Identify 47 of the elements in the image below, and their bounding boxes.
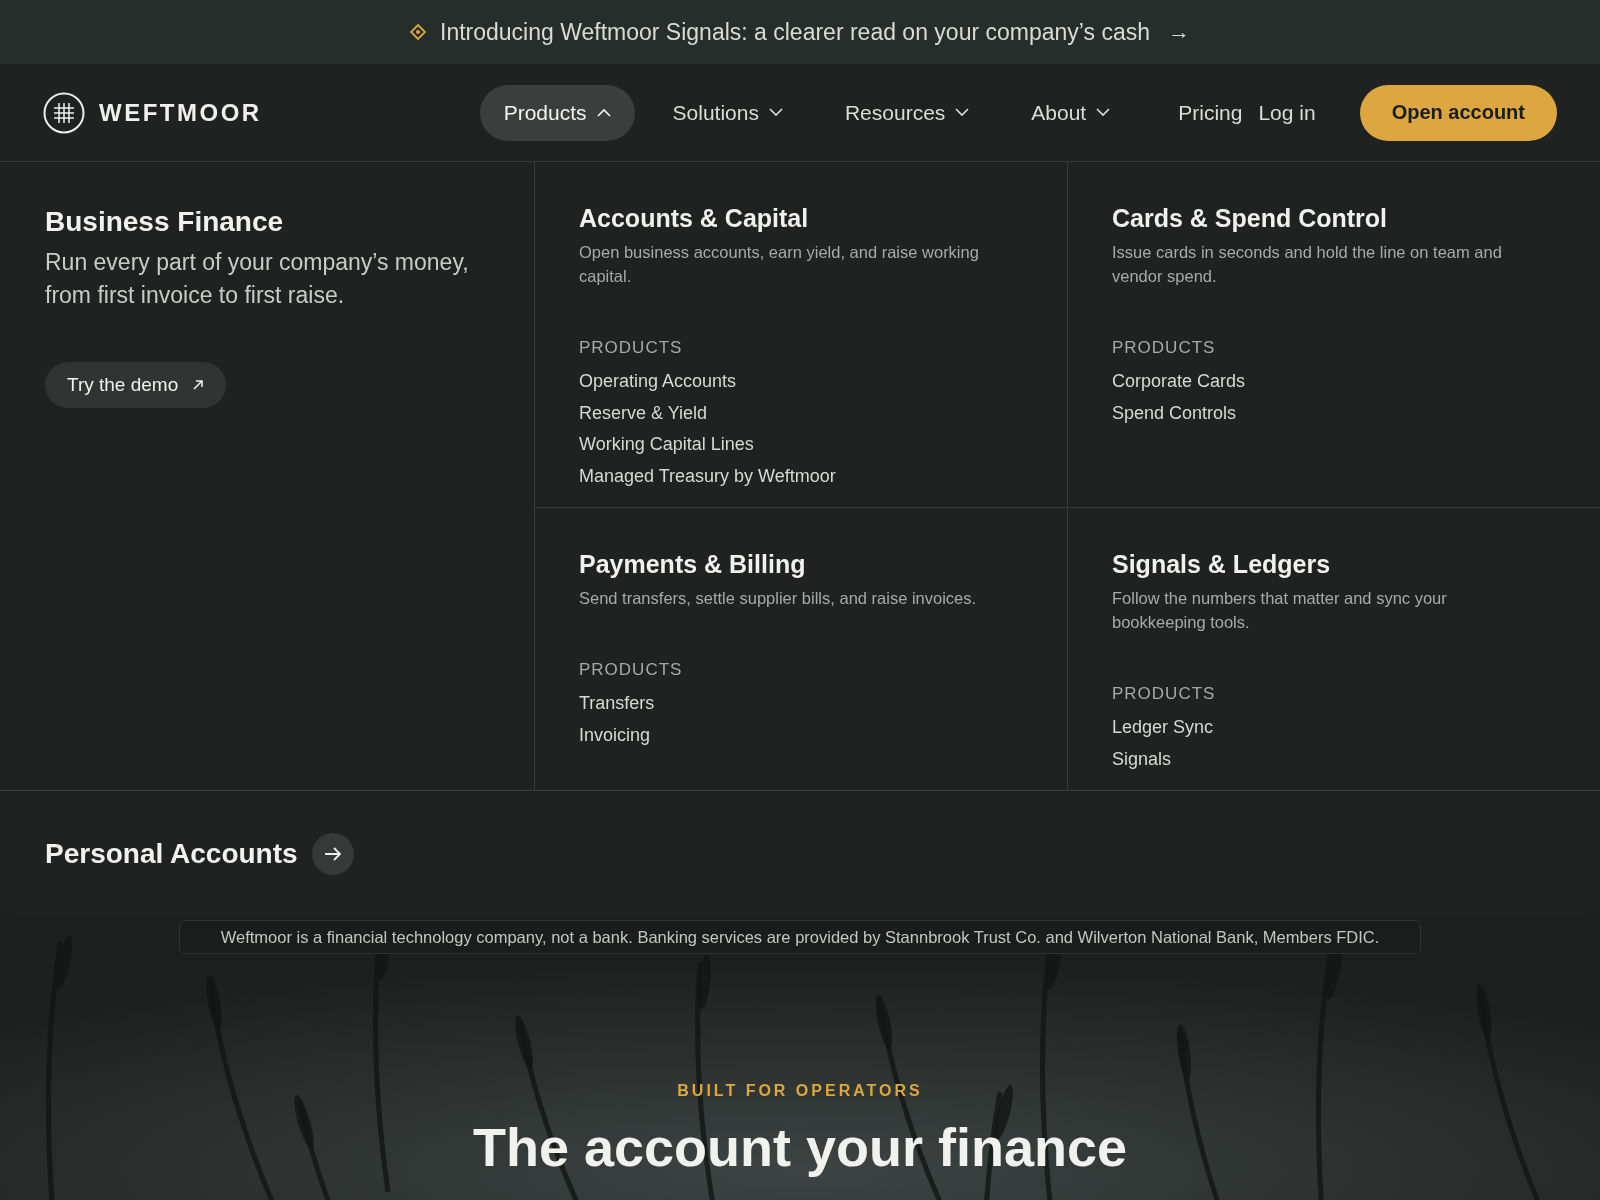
product-link[interactable]: Reserve & Yield bbox=[579, 397, 708, 429]
category-description: Open business accounts, earn yield, and raise working capital. bbox=[579, 242, 980, 287]
diamond-icon bbox=[410, 24, 426, 40]
menu-title: Business Finance bbox=[45, 206, 285, 238]
product-link[interactable]: Transfers bbox=[579, 688, 655, 720]
product-link[interactable]: Ledger Sync bbox=[1112, 712, 1214, 744]
announcement-text[interactable]: Introducing Weftmoor Signals: a clearer read on your company’s cash bbox=[440, 18, 1150, 46]
section-label: PRODUCTS bbox=[579, 338, 684, 358]
section-label: PRODUCTS bbox=[579, 660, 684, 680]
try-demo-button[interactable]: Try the demo bbox=[45, 362, 227, 408]
arrow-up-right-icon bbox=[192, 379, 205, 391]
section-label: PRODUCTS bbox=[1112, 684, 1217, 704]
category-description: Follow the numbers that matter and sync your bookkeeping tools. bbox=[1112, 588, 1448, 633]
nav-menu-button[interactable]: Products bbox=[479, 84, 635, 141]
product-link[interactable]: Corporate Cards bbox=[1112, 366, 1246, 398]
product-link[interactable]: Managed Treasury by Weftmoor bbox=[579, 460, 836, 492]
product-link[interactable]: Spend Controls bbox=[1112, 397, 1237, 429]
nav-menu-button[interactable]: Resources bbox=[820, 84, 994, 141]
disclaimer-text: Weftmoor is a financial technology company, not a bank. Banking services are provided by Stannbrook Trust Co. and Wilverton National Bank, Members FDIC. bbox=[179, 920, 1421, 954]
hero-headline: The account your finance bbox=[472, 1116, 1128, 1178]
product-link[interactable]: Operating Accounts bbox=[579, 366, 737, 398]
category-title[interactable]: Signals & Ledgers bbox=[1112, 550, 1556, 579]
section-label: PRODUCTS bbox=[1112, 338, 1217, 358]
arrow-right-icon[interactable] bbox=[311, 833, 354, 875]
personal-accounts-link[interactable]: Personal Accounts bbox=[45, 838, 298, 870]
category-title[interactable]: Cards & Spend Control bbox=[1112, 204, 1556, 233]
caret-down-icon bbox=[1096, 108, 1111, 117]
nav-link[interactable]: Pricing bbox=[1178, 100, 1243, 125]
caret-down-icon bbox=[955, 108, 970, 117]
nav-link[interactable]: Log in bbox=[1258, 100, 1316, 125]
arrow-icon[interactable]: → bbox=[1168, 19, 1190, 45]
logo-icon[interactable] bbox=[43, 91, 85, 134]
caret-up-icon bbox=[596, 108, 611, 117]
category-title[interactable]: Accounts & Capital bbox=[579, 204, 1023, 233]
category-title[interactable]: Payments & Billing bbox=[579, 550, 1023, 579]
menu-description: Run every part of your company’s money, from first invoice to first raise. bbox=[45, 248, 470, 310]
brand-name[interactable]: WEFTMOOR bbox=[99, 98, 262, 127]
caret-down-icon bbox=[768, 108, 783, 117]
eyebrow-label: BUILT FOR OPERATORS bbox=[677, 1082, 923, 1100]
product-link[interactable]: Invoicing bbox=[579, 719, 651, 751]
category-description: Issue cards in seconds and hold the line on team and vendor spend. bbox=[1112, 242, 1503, 287]
nav-menu-button[interactable]: Solutions bbox=[648, 84, 807, 141]
product-link[interactable]: Working Capital Lines bbox=[579, 429, 754, 461]
category-description: Send transfers, settle supplier bills, and raise invoices. bbox=[579, 588, 978, 609]
product-link[interactable]: Signals bbox=[1112, 743, 1172, 775]
open-account-button[interactable]: Open account bbox=[1359, 84, 1557, 141]
nav-menu-button[interactable]: About bbox=[1007, 84, 1135, 141]
